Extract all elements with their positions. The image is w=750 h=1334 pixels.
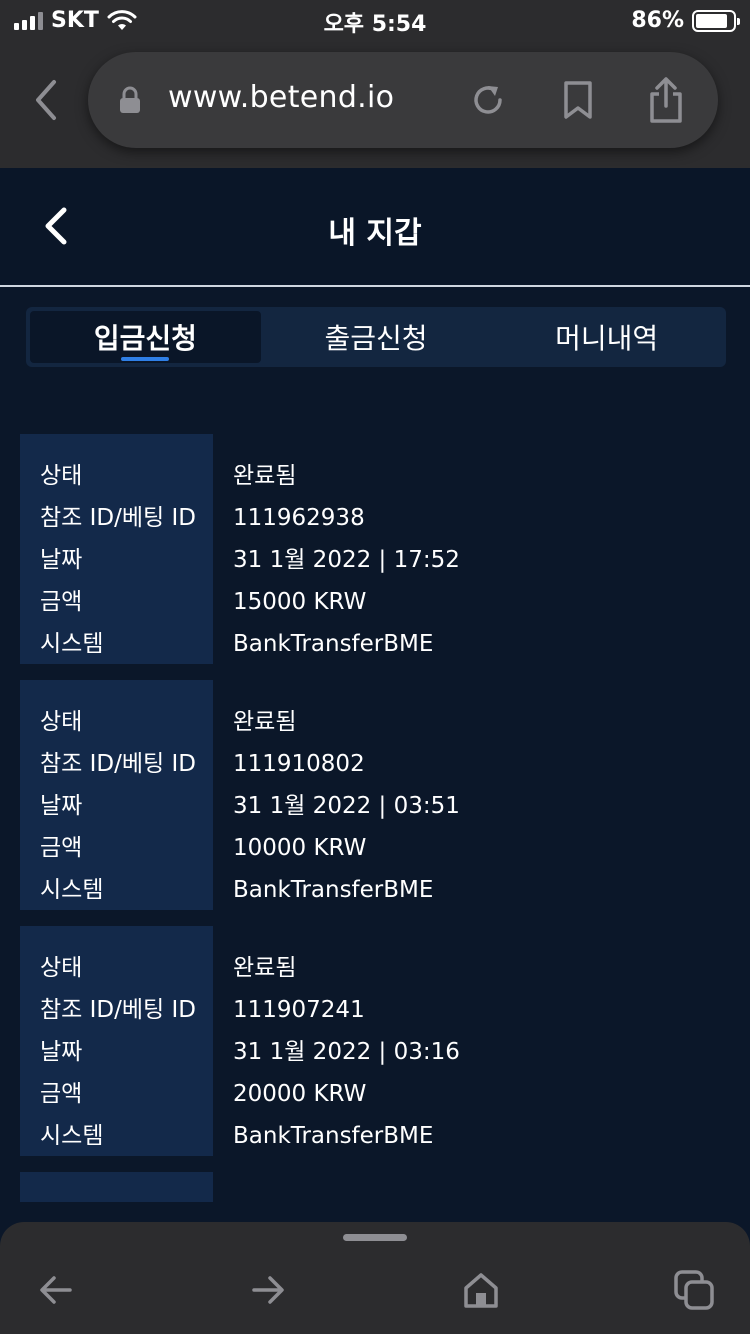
home-button[interactable] [457, 1266, 505, 1314]
transaction-card: 상태 참조 ID/베팅 ID 날짜 금액 시스템 완료됨 111962938 3… [20, 434, 730, 664]
tab-money-history[interactable]: 머니내역 [491, 311, 722, 363]
browser-back-button[interactable] [24, 76, 68, 124]
url-text: www.betend.io [168, 80, 395, 115]
date-value: 31 1월 2022 | 03:16 [233, 1039, 460, 1065]
status-label: 상태 [40, 463, 83, 489]
transaction-card-partial [20, 1172, 730, 1202]
lock-icon [120, 86, 140, 113]
home-icon [464, 1273, 498, 1308]
amount-value: 20000 KRW [233, 1081, 367, 1107]
page-title: 내 지갑 [328, 216, 422, 251]
battery-percent: 86% [631, 8, 684, 33]
ref-id-value: 111962938 [233, 505, 365, 531]
status-bar: SKT 오후 5:54 86% [0, 0, 750, 40]
card-labels: 상태 참조 ID/베팅 ID 날짜 금액 시스템 [20, 926, 213, 1156]
address-bar[interactable]: www.betend.io [88, 52, 718, 148]
amount-value: 15000 KRW [233, 589, 367, 615]
tab-withdraw-request[interactable]: 출금신청 [261, 311, 492, 363]
date-label: 날짜 [40, 1039, 83, 1065]
system-value: BankTransferBME [233, 877, 434, 903]
amount-value: 10000 KRW [233, 835, 367, 861]
battery-level [696, 13, 727, 28]
share-icon[interactable] [646, 76, 686, 124]
status-value: 완료됨 [233, 709, 297, 735]
arrow-right-icon [252, 1276, 284, 1304]
page-header: 내 지갑 [0, 168, 750, 287]
reload-icon[interactable] [468, 80, 508, 120]
ref-id-value: 111910802 [233, 751, 365, 777]
status-right: 86% [631, 8, 740, 33]
transaction-card: 상태 참조 ID/베팅 ID 날짜 금액 시스템 완료됨 111910802 3… [20, 680, 730, 910]
cellular-signal-icon [14, 11, 43, 30]
date-label: 날짜 [40, 793, 83, 819]
amount-label: 금액 [40, 835, 83, 861]
card-labels: 상태 참조 ID/베팅 ID 날짜 금액 시스템 [20, 434, 213, 664]
date-label: 날짜 [40, 547, 83, 573]
status-value: 완료됨 [233, 463, 297, 489]
grab-handle[interactable] [343, 1234, 407, 1241]
ref-id-label: 참조 ID/베팅 ID [40, 751, 196, 777]
status-label: 상태 [40, 709, 83, 735]
system-value: BankTransferBME [233, 1123, 434, 1149]
wifi-icon [107, 9, 137, 30]
wallet-tabs: 입금신청 출금신청 머니내역 [26, 307, 726, 367]
tabs-icon [674, 1270, 714, 1310]
transaction-card: 상태 참조 ID/베팅 ID 날짜 금액 시스템 완료됨 111907241 3… [20, 926, 730, 1156]
system-label: 시스템 [40, 877, 104, 903]
browser-back-nav-button[interactable] [32, 1266, 80, 1314]
card-labels [20, 1172, 213, 1202]
browser-bottom-toolbar [0, 1222, 750, 1334]
card-labels: 상태 참조 ID/베팅 ID 날짜 금액 시스템 [20, 680, 213, 910]
date-value: 31 1월 2022 | 17:52 [233, 547, 460, 573]
battery-icon [692, 9, 740, 32]
amount-label: 금액 [40, 589, 83, 615]
bookmark-icon[interactable] [560, 80, 596, 120]
card-values: 완료됨 111962938 31 1월 2022 | 17:52 15000 K… [213, 434, 730, 664]
system-label: 시스템 [40, 1123, 104, 1149]
tabs-button[interactable] [670, 1266, 718, 1314]
ref-id-label: 참조 ID/베팅 ID [40, 505, 196, 531]
card-values: 완료됨 111907241 31 1월 2022 | 03:16 20000 K… [213, 926, 730, 1156]
carrier-name: SKT [51, 8, 99, 33]
tab-deposit-request[interactable]: 입금신청 [30, 311, 261, 363]
browser-forward-button[interactable] [244, 1266, 292, 1314]
amount-label: 금액 [40, 1081, 83, 1107]
browser-toolbar: www.betend.io [0, 40, 750, 168]
transaction-list: 상태 참조 ID/베팅 ID 날짜 금액 시스템 완료됨 111962938 3… [20, 434, 730, 1202]
status-left: SKT [14, 8, 137, 33]
status-label: 상태 [40, 955, 83, 981]
date-value: 31 1월 2022 | 03:51 [233, 793, 460, 819]
ref-id-value: 111907241 [233, 997, 365, 1023]
system-value: BankTransferBME [233, 631, 434, 657]
status-value: 완료됨 [233, 955, 297, 981]
system-label: 시스템 [40, 631, 104, 657]
chevron-left-icon [36, 80, 56, 120]
card-values: 완료됨 111910802 31 1월 2022 | 03:51 10000 K… [213, 680, 730, 910]
arrow-left-icon [40, 1276, 72, 1304]
ref-id-label: 참조 ID/베팅 ID [40, 997, 196, 1023]
